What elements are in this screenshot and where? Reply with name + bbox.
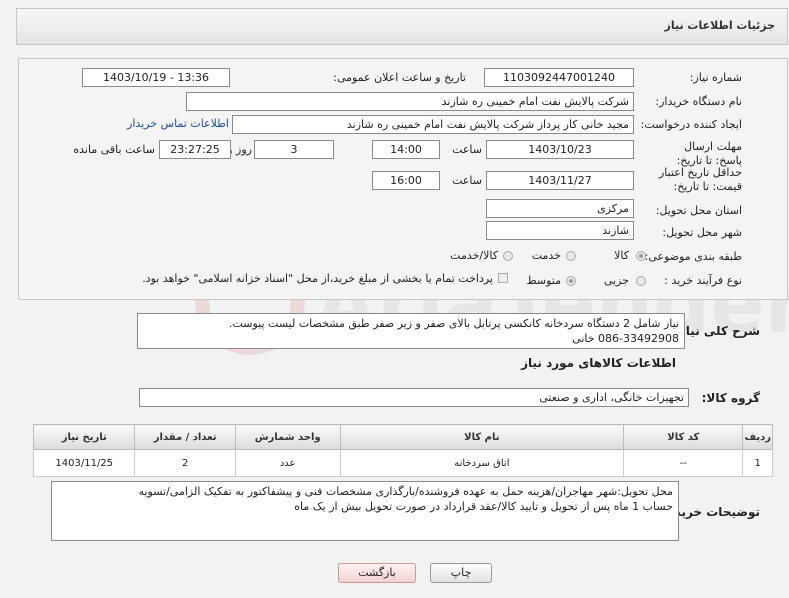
validity-date-field[interactable]: 1403/11/27 — [486, 171, 634, 190]
buyer-notes-line-2: حساب 1 ماه پس از تحویل و تایید کالا/عقد … — [294, 500, 673, 513]
goods-table: ردیف کد کالا نام کالا واحد شمارش تعداد /… — [32, 424, 773, 477]
need-number-label: شماره نیاز: — [689, 71, 742, 84]
table-row[interactable]: 1 -- اتاق سردخانه عدد 2 1403/11/25 — [32, 449, 773, 477]
remaining-time-field[interactable]: 23:27:25 — [159, 140, 231, 159]
validity-time-label: ساعت — [452, 174, 482, 187]
buyer-org-field[interactable]: شرکت پالایش نفت امام خمینی ره شازند — [186, 92, 634, 111]
goods-info-title: اطلاعات کالاهای مورد نیاز — [521, 356, 676, 370]
process-medium-label: متوسط — [526, 274, 561, 287]
description-textarea[interactable]: نیاز شامل 2 دستگاه سردخانه کانکسی پرتابل… — [137, 313, 685, 349]
header-panel: جزئیات اطلاعات نیاز — [16, 8, 788, 45]
col-date-header: تاریخ نیاز — [32, 424, 136, 450]
remaining-label: ساعت باقی مانده — [73, 143, 155, 156]
deadline-date-field[interactable]: 1403/10/23 — [486, 140, 634, 159]
announce-label: تاریخ و ساعت اعلان عمومی: — [333, 71, 466, 84]
city-field[interactable]: شازند — [486, 221, 634, 240]
col-code-header: کد کالا — [623, 424, 744, 450]
cell-row: 1 — [742, 449, 773, 477]
category-goods-label: کالا — [614, 249, 629, 262]
city-label: شهر محل تحویل: — [662, 226, 742, 239]
treasury-payment-checkbox[interactable] — [498, 273, 508, 283]
buyer-notes-line-1: محل تحویل:شهر مهاجران/هزینه حمل به عهده … — [138, 485, 673, 498]
category-service-radio[interactable] — [566, 251, 576, 261]
need-number-field[interactable]: 1103092447001240 — [484, 68, 634, 87]
description-label: شرح کلی نیاز: — [674, 324, 760, 338]
deadline-label: مهلت ارسال پاسخ: تا تاریخ: — [676, 140, 742, 167]
description-line-2: 086-33492908 خانی — [572, 332, 679, 345]
process-medium-radio[interactable] — [566, 276, 576, 286]
col-row-header: ردیف — [742, 424, 773, 450]
validity-time-field[interactable]: 16:00 — [372, 171, 440, 190]
process-partial-label: جزیی — [603, 274, 629, 287]
category-goods-service-radio[interactable] — [503, 251, 513, 261]
buyer-notes-textarea[interactable]: محل تحویل:شهر مهاجران/هزینه حمل به عهده … — [51, 481, 679, 541]
creator-label: ایجاد کننده درخواست: — [640, 118, 742, 131]
buyer-org-label: نام دستگاه خریدار: — [655, 95, 742, 108]
cell-code: -- — [623, 449, 744, 477]
category-goods-service-label: کالا/خدمت — [450, 249, 498, 262]
validity-label: حداقل تاریخ اعتبار قیمت: تا تاریخ: — [658, 166, 742, 193]
deadline-time-field[interactable]: 14:00 — [372, 140, 440, 159]
description-line-1: نیاز شامل 2 دستگاه سردخانه کانکسی پرتابل… — [228, 317, 679, 330]
page-title: جزئیات اطلاعات نیاز — [664, 19, 776, 32]
category-label: طبقه بندی موضوعی: — [644, 250, 742, 263]
category-goods-radio[interactable] — [636, 251, 646, 261]
announce-datetime-field[interactable]: 1403/10/19 - 13:36 — [82, 68, 230, 87]
province-label: استان محل تحویل: — [655, 204, 742, 217]
goods-group-field[interactable]: تجهیزات خانگی، اداری و صنعتی — [139, 388, 689, 407]
creator-field[interactable]: مجید خانی کار پرداز شرکت پالایش نفت امام… — [232, 115, 634, 134]
treasury-payment-note: پرداخت تمام یا بخشی از مبلغ خرید،از محل … — [142, 272, 493, 285]
table-header-row: ردیف کد کالا نام کالا واحد شمارش تعداد /… — [32, 424, 773, 450]
cell-qty: 2 — [134, 449, 236, 477]
process-partial-radio[interactable] — [636, 276, 646, 286]
category-service-label: خدمت — [531, 249, 561, 262]
days-remaining-field[interactable]: 3 — [254, 140, 334, 159]
col-name-header: نام کالا — [339, 424, 625, 450]
province-field[interactable]: مرکزی — [486, 199, 634, 218]
cell-date: 1403/11/25 — [32, 449, 136, 477]
cell-name: اتاق سردخانه — [339, 449, 625, 477]
cell-unit: عدد — [234, 449, 341, 477]
goods-group-label: گروه کالا: — [701, 391, 760, 405]
deadline-time-label: ساعت — [452, 143, 482, 156]
back-button[interactable]: بازگشت — [338, 563, 416, 583]
col-qty-header: تعداد / مقدار — [134, 424, 236, 450]
process-type-label: نوع فرآیند خرید : — [664, 274, 742, 287]
buyer-contact-link[interactable]: اطلاعات تماس خریدار — [127, 117, 229, 130]
col-unit-header: واحد شمارش — [234, 424, 341, 450]
print-button[interactable]: چاپ — [430, 563, 492, 583]
